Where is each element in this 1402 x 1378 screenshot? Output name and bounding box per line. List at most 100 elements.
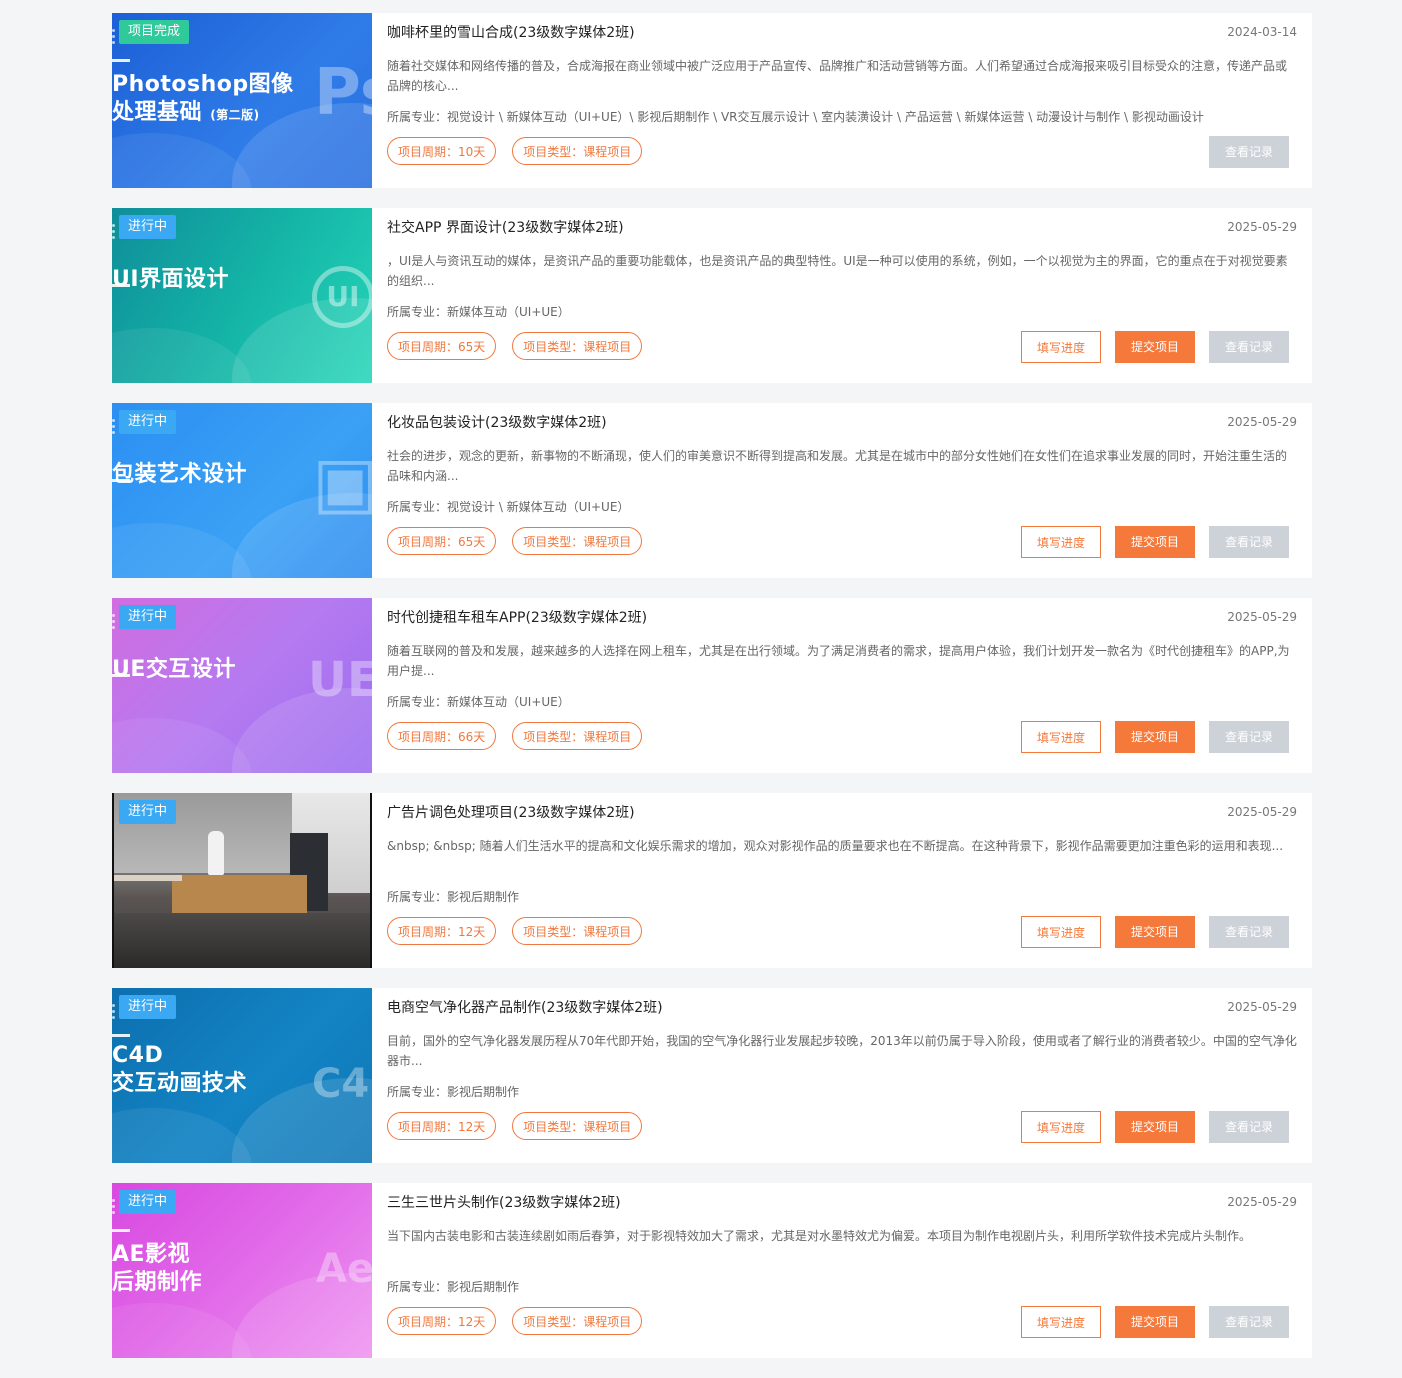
submit-project-button[interactable]: 提交项目: [1115, 331, 1195, 363]
project-list: Photoshop图像 处理基础 (第二版) Ps 项目完成 咖啡杯里的雪山合成(23…: [112, 13, 1312, 1378]
project-description: 目前，国外的空气净化器发展历程从70年代即开始，我国的空气净化器行业发展起步较晚…: [387, 1034, 1297, 1068]
project-cover-image[interactable]: AE影视 后期制作 Ae 进行中: [112, 1183, 372, 1358]
project-title[interactable]: 时代创捷租车租车APP(23级数字媒体2班): [387, 609, 647, 627]
project-actions: 填写进度 提交项目 查看记录: [1007, 331, 1289, 363]
view-records-button[interactable]: 查看记录: [1209, 1111, 1289, 1143]
submit-project-button[interactable]: 提交项目: [1115, 916, 1195, 948]
project-date: 2025-05-29: [1227, 805, 1297, 819]
project-type-tag: 项目类型：课程项目: [512, 137, 643, 165]
decor-dots: [112, 29, 116, 47]
status-badge: 进行中: [119, 995, 177, 1019]
view-records-button[interactable]: 查看记录: [1209, 916, 1289, 948]
project-tags: 项目周期：10天 项目类型：课程项目: [387, 137, 658, 165]
project-cover-image[interactable]: UE交互设计 UE 进行中: [112, 598, 372, 773]
project-info: 咖啡杯里的雪山合成(23级数字媒体2班) 2024-03-14 随着社交媒体和网络传…: [387, 13, 1297, 188]
view-records-button[interactable]: 查看记录: [1209, 331, 1289, 363]
project-cycle-tag: 项目周期：65天: [387, 332, 497, 360]
fill-progress-button[interactable]: 填写进度: [1021, 1111, 1101, 1143]
decor-dots: [112, 614, 116, 632]
project-type-tag: 项目类型：课程项目: [512, 722, 643, 750]
project-majors: 所属专业：新媒体互动（UI+UE）: [387, 305, 570, 319]
project-card[interactable]: Photoshop图像 处理基础 (第二版) Ps 项目完成 咖啡杯里的雪山合成(23…: [112, 13, 1312, 188]
project-info: 化妆品包装设计(23级数字媒体2班) 2025-05-29 社会的进步，观念的更新，…: [387, 403, 1297, 578]
project-info: 社交APP 界面设计(23级数字媒体2班) 2025-05-29 ，UI是人与资讯互…: [387, 208, 1297, 383]
decor-dots: [112, 1004, 116, 1022]
submit-project-button[interactable]: 提交项目: [1115, 1306, 1195, 1338]
project-actions: 填写进度 提交项目 查看记录: [1007, 1306, 1289, 1338]
project-tags: 项目周期：12天 项目类型：课程项目: [387, 917, 658, 945]
project-title[interactable]: 社交APP 界面设计(23级数字媒体2班): [387, 219, 624, 237]
project-cover-image[interactable]: UI界面设计 UI 进行中: [112, 208, 372, 383]
fill-progress-button[interactable]: 填写进度: [1021, 526, 1101, 558]
project-cover-image[interactable]: 包装艺术设计 ▣ 进行中: [112, 403, 372, 578]
status-badge: 进行中: [119, 215, 177, 239]
project-card[interactable]: 包装艺术设计 ▣ 进行中 化妆品包装设计(23级数字媒体2班) 2025-05-29 社会…: [112, 403, 1312, 578]
submit-project-button[interactable]: 提交项目: [1115, 1111, 1195, 1143]
project-card[interactable]: AE影视 后期制作 Ae 进行中 三生三世片头制作(23级数字媒体2班) 2025-05…: [112, 1183, 1312, 1358]
project-title[interactable]: 广告片调色处理项目(23级数字媒体2班): [387, 804, 635, 822]
project-description: 随着社交媒体和网络传播的普及，合成海报在商业领域中被广泛应用于产品宣传、品牌推广…: [387, 59, 1288, 93]
project-majors: 所属专业：影视后期制作: [387, 1280, 520, 1294]
software-logo-icon: UE: [308, 652, 372, 708]
software-logo-icon: UI: [312, 266, 372, 328]
project-actions: 填写进度 提交项目 查看记录: [1007, 1111, 1289, 1143]
fill-progress-button[interactable]: 填写进度: [1021, 331, 1101, 363]
project-cover-image[interactable]: 进行中: [112, 793, 372, 968]
status-badge: 进行中: [119, 410, 177, 434]
cover-course-title: C4D 交互动画技术: [112, 1043, 248, 1096]
submit-project-button[interactable]: 提交项目: [1115, 526, 1195, 558]
view-records-button[interactable]: 查看记录: [1209, 136, 1289, 168]
project-description: &nbsp; &nbsp; 随着人们生活水平的提高和文化娱乐需求的增加，观众对影…: [387, 839, 1284, 853]
project-majors: 所属专业：视觉设计 \ 新媒体互动（UI+UE）\ 影视后期制作 \ VR交互展…: [387, 110, 1204, 124]
cover-course-title: AE影视 后期制作: [112, 1242, 203, 1295]
fill-progress-button[interactable]: 填写进度: [1021, 916, 1101, 948]
project-tags: 项目周期：66天 项目类型：课程项目: [387, 722, 658, 750]
project-majors: 所属专业：影视后期制作: [387, 1085, 520, 1099]
project-date: 2025-05-29: [1227, 220, 1297, 234]
project-title[interactable]: 三生三世片头制作(23级数字媒体2班): [387, 1194, 621, 1212]
project-cover-image[interactable]: Photoshop图像 处理基础 (第二版) Ps 项目完成: [112, 13, 372, 188]
status-badge: 进行中: [119, 1190, 177, 1214]
view-records-button[interactable]: 查看记录: [1209, 526, 1289, 558]
status-badge: 项目完成: [119, 20, 190, 44]
project-title[interactable]: 电商空气净化器产品制作(23级数字媒体2班): [387, 999, 663, 1017]
software-logo-icon: C4D: [312, 1061, 372, 1107]
decor-dash: [112, 1034, 130, 1037]
project-type-tag: 项目类型：课程项目: [512, 1112, 643, 1140]
project-type-tag: 项目类型：课程项目: [512, 332, 643, 360]
status-badge: 进行中: [119, 605, 177, 629]
project-majors: 所属专业：影视后期制作: [387, 890, 520, 904]
project-card[interactable]: 进行中 广告片调色处理项目(23级数字媒体2班) 2025-05-29 &nbsp; …: [112, 793, 1312, 968]
view-records-button[interactable]: 查看记录: [1209, 1306, 1289, 1338]
view-records-button[interactable]: 查看记录: [1209, 721, 1289, 753]
software-logo-icon: Ae: [316, 1246, 372, 1292]
submit-project-button[interactable]: 提交项目: [1115, 721, 1195, 753]
project-tags: 项目周期：65天 项目类型：课程项目: [387, 527, 658, 555]
project-info: 三生三世片头制作(23级数字媒体2班) 2025-05-29 当下国内古装电影和古装…: [387, 1183, 1297, 1358]
project-date: 2025-05-29: [1227, 1000, 1297, 1014]
cover-course-title: UE交互设计: [112, 657, 236, 682]
project-card[interactable]: C4D 交互动画技术 C4D 进行中 电商空气净化器产品制作(23级数字媒体2班) 20…: [112, 988, 1312, 1163]
fill-progress-button[interactable]: 填写进度: [1021, 721, 1101, 753]
cover-edition: (第二版): [210, 108, 260, 122]
project-tags: 项目周期：12天 项目类型：课程项目: [387, 1112, 658, 1140]
cover-course-title: Photoshop图像 处理基础 (第二版): [112, 72, 294, 125]
cover-course-title: UI界面设计: [112, 267, 230, 292]
project-info: 广告片调色处理项目(23级数字媒体2班) 2025-05-29 &nbsp; &nb…: [387, 793, 1297, 968]
project-title[interactable]: 化妆品包装设计(23级数字媒体2班): [387, 414, 607, 432]
project-type-tag: 项目类型：课程项目: [512, 527, 643, 555]
decor-dash: [112, 59, 130, 62]
fill-progress-button[interactable]: 填写进度: [1021, 1306, 1101, 1338]
software-logo-icon: Ps: [314, 56, 372, 130]
project-card[interactable]: UE交互设计 UE 进行中 时代创捷租车租车APP(23级数字媒体2班) 2025-05…: [112, 598, 1312, 773]
decor-dots: [112, 419, 116, 437]
project-card[interactable]: UI界面设计 UI 进行中 社交APP 界面设计(23级数字媒体2班) 2025-05-…: [112, 208, 1312, 383]
project-description: 社会的进步，观念的更新，新事物的不断涌现，使人们的审美意识不断得到提高和发展。尤…: [387, 449, 1288, 483]
project-cycle-tag: 项目周期：12天: [387, 1112, 497, 1140]
project-date: 2024-03-14: [1227, 25, 1297, 39]
project-title[interactable]: 咖啡杯里的雪山合成(23级数字媒体2班): [387, 24, 635, 42]
project-type-tag: 项目类型：课程项目: [512, 1307, 643, 1335]
project-cycle-tag: 项目周期：10天: [387, 137, 497, 165]
decor-dash: [112, 1229, 130, 1232]
project-cover-image[interactable]: C4D 交互动画技术 C4D 进行中: [112, 988, 372, 1163]
